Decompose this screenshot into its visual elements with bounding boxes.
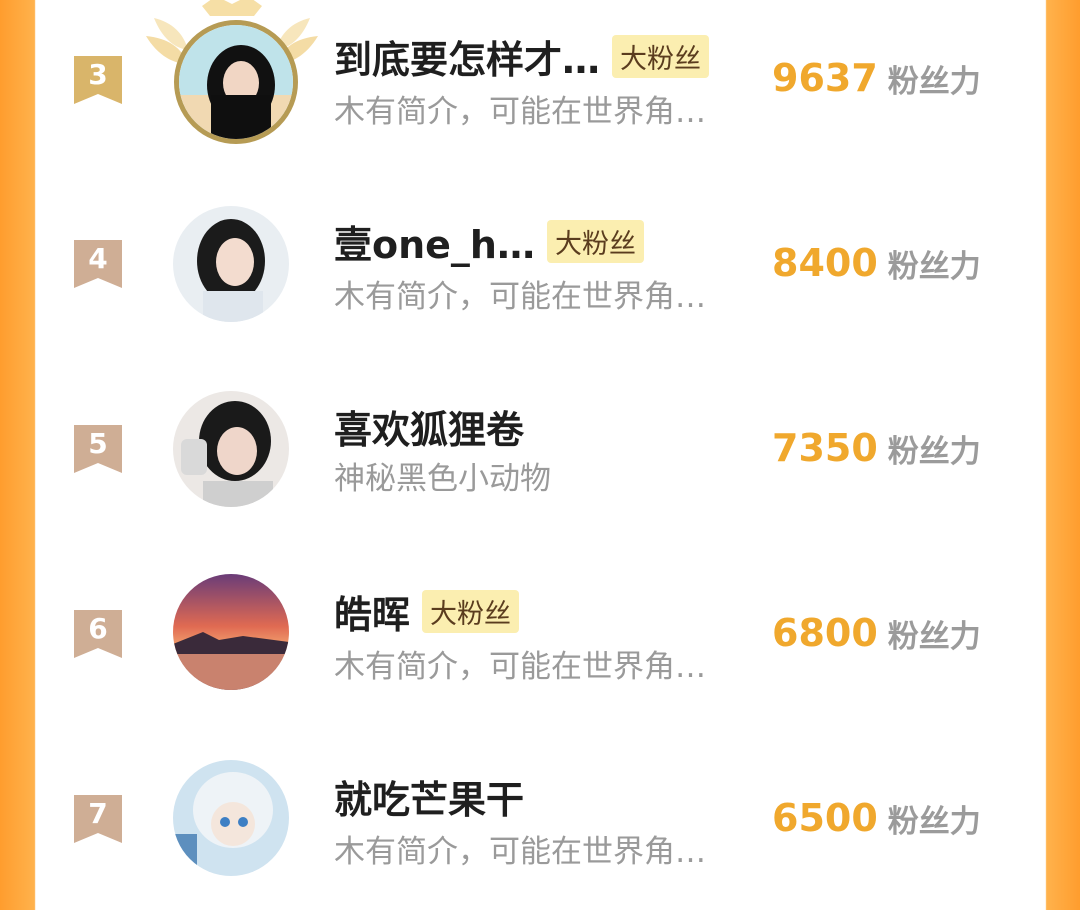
leaderboard-row-6[interactable]: 6 皓晖 大粉丝 木有简介，可能在世界角… 6800 粉丝力 (36, 555, 1044, 725)
fan-power-value: 8400 (772, 241, 878, 285)
score-block: 7350 粉丝力 (772, 420, 981, 476)
score-block: 6800 粉丝力 (772, 605, 981, 661)
name-line: 喜欢狐狸卷 (334, 400, 524, 452)
avatar[interactable] (173, 206, 289, 322)
user-name[interactable]: 皓晖 (334, 584, 410, 639)
rank-number: 3 (88, 58, 108, 91)
avatar[interactable] (173, 391, 289, 507)
fan-power-value: 6500 (772, 796, 878, 840)
user-name[interactable]: 就吃芒果干 (334, 769, 524, 824)
leaderboard-row-5[interactable]: 5 喜欢狐狸卷 神秘黑色小动物 7350 粉丝力 (36, 370, 1044, 540)
score-block: 8400 粉丝力 (772, 235, 981, 291)
fan-level-badge: 大粉丝 (612, 34, 710, 78)
fan-level-badge: 大粉丝 (547, 219, 644, 263)
user-name[interactable]: 壹one_h… (334, 214, 535, 269)
rank-badge: 4 (72, 238, 124, 290)
fan-power-value: 6800 (772, 611, 878, 655)
leaderboard-row-7[interactable]: 7 就吃芒果干 木有简介，可能在世界角… 6500 粉丝力 (36, 740, 1044, 910)
leaderboard-row-4[interactable]: 4 壹one_h… 大粉丝 木有简介，可能在世界角… 8400 粉丝力 (36, 185, 1044, 355)
user-bio: 木有简介，可能在世界角… (334, 94, 706, 130)
user-bio: 木有简介，可能在世界角… (334, 649, 706, 685)
fan-power-label: 粉丝力 (887, 63, 981, 100)
name-line: 皓晖 大粉丝 (334, 584, 520, 639)
avatar[interactable] (173, 760, 289, 876)
rank-number: 7 (88, 797, 108, 830)
user-bio: 木有简介，可能在世界角… (334, 279, 706, 315)
fan-power-value: 7350 (772, 426, 878, 470)
name-line: 壹one_h… 大粉丝 (334, 215, 644, 267)
fan-power-value: 9637 (772, 56, 878, 100)
fan-power-label: 粉丝力 (887, 433, 981, 470)
score-block: 9637 粉丝力 (772, 50, 981, 106)
rank-number: 5 (88, 427, 108, 460)
fan-power-label: 粉丝力 (887, 618, 981, 655)
fan-leaderboard-card: 3 到底要怎样才… 大粉丝 木有简介，可能在世界角… 9637 粉丝力 4 壹o… (36, 0, 1044, 876)
fan-power-label: 粉丝力 (887, 248, 981, 285)
avatar[interactable] (173, 574, 289, 690)
rank-number: 4 (88, 242, 108, 275)
rank-badge: 7 (72, 793, 124, 845)
score-block: 6500 粉丝力 (772, 790, 981, 846)
fan-power-label: 粉丝力 (887, 803, 981, 840)
name-line: 就吃芒果干 (334, 770, 524, 822)
user-bio: 神秘黑色小动物 (334, 461, 551, 497)
avatar[interactable] (174, 20, 298, 144)
name-line: 到底要怎样才… 大粉丝 (334, 29, 710, 84)
fan-level-badge: 大粉丝 (422, 589, 520, 633)
user-bio: 木有简介，可能在世界角… (334, 834, 706, 870)
rank-badge: 3 (72, 54, 124, 106)
rank-number: 6 (88, 612, 108, 645)
user-name[interactable]: 喜欢狐狸卷 (334, 399, 524, 454)
leaderboard-row-3[interactable]: 3 到底要怎样才… 大粉丝 木有简介，可能在世界角… 9637 粉丝力 (36, 0, 1044, 170)
rank-badge: 5 (72, 423, 124, 475)
rank-badge: 6 (72, 608, 124, 660)
user-name[interactable]: 到底要怎样才… (334, 29, 600, 84)
